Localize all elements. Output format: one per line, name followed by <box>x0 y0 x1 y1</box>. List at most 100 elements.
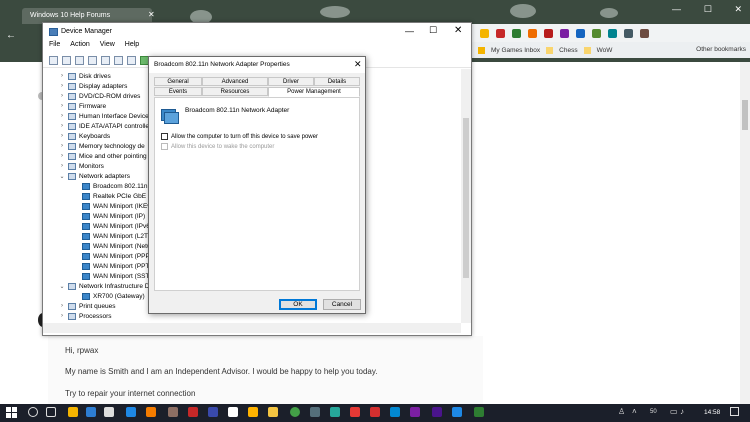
edge-icon[interactable] <box>86 407 96 417</box>
people-icon[interactable]: ♙ <box>618 407 625 416</box>
app-icon[interactable] <box>290 407 300 417</box>
chevron-right-icon[interactable]: › <box>59 133 65 139</box>
chevron-right-icon[interactable]: › <box>59 123 65 129</box>
start-button[interactable] <box>6 407 17 418</box>
chevron-right-icon[interactable]: › <box>59 153 65 159</box>
tree-item[interactable]: WAN Miniport (L2TP <box>73 231 152 241</box>
app-icon[interactable] <box>432 407 442 417</box>
clock[interactable]: 14:58 <box>704 409 720 416</box>
cancel-button[interactable]: Cancel <box>323 299 361 310</box>
tab-power-management[interactable]: Power Management <box>268 87 360 97</box>
bookmark-item[interactable]: Chess <box>559 47 577 54</box>
chevron-right-icon[interactable]: › <box>59 163 65 169</box>
app-icon[interactable] <box>410 407 420 417</box>
app-icon[interactable] <box>208 407 218 417</box>
tab-driver[interactable]: Driver <box>268 77 314 86</box>
tree-item[interactable]: WAN Miniport (PPTP <box>73 261 154 271</box>
tab-events[interactable]: Events <box>154 87 202 96</box>
app-icon[interactable] <box>474 407 484 417</box>
extension-icon[interactable] <box>544 28 553 38</box>
puzzle-icon[interactable] <box>624 28 633 38</box>
app-icon[interactable] <box>310 407 320 417</box>
tree-item[interactable]: Realtek PCIe GbE Fa <box>73 191 156 201</box>
minimize-icon[interactable]: — <box>405 26 414 36</box>
extension-icon[interactable] <box>496 28 505 38</box>
app-icon[interactable] <box>390 407 400 417</box>
monitor-icon[interactable] <box>127 56 136 65</box>
chevron-right-icon[interactable]: › <box>59 113 65 119</box>
menu-help[interactable]: Help <box>125 41 139 54</box>
tab-resources[interactable]: Resources <box>202 87 268 96</box>
tree-item[interactable]: › Mice and other pointing <box>59 151 147 161</box>
chevron-right-icon[interactable]: › <box>59 143 65 149</box>
back-icon[interactable] <box>49 56 58 65</box>
file-explorer-icon[interactable] <box>68 407 78 417</box>
menu-view[interactable]: View <box>100 41 115 54</box>
chevron-right-icon[interactable]: › <box>59 83 65 89</box>
mail-icon[interactable] <box>126 407 136 417</box>
maximize-icon[interactable]: ☐ <box>704 4 712 20</box>
extension-icon[interactable] <box>560 28 569 38</box>
chevron-right-icon[interactable]: › <box>59 303 65 309</box>
tree-item[interactable]: › Processors <box>59 311 112 321</box>
extension-icon[interactable] <box>608 28 617 38</box>
tree-horizontal-scrollbar[interactable] <box>43 323 461 333</box>
other-bookmarks[interactable]: Other bookmarks <box>696 46 746 53</box>
menu-file[interactable]: File <box>49 41 60 54</box>
tree-item[interactable]: ⌄ Network adapters <box>59 171 130 181</box>
tree-item[interactable]: › Display adapters <box>59 81 127 91</box>
close-icon[interactable]: ✕ <box>454 25 462 36</box>
tree-item[interactable]: WAN Miniport (IKEv <box>73 201 151 211</box>
tab-advanced[interactable]: Advanced <box>202 77 268 86</box>
tree-item[interactable]: WAN Miniport (IPv6 <box>73 221 150 231</box>
app-icon[interactable] <box>228 407 238 417</box>
page-scrollbar-thumb[interactable] <box>742 100 748 130</box>
extension-icon[interactable] <box>528 28 537 38</box>
media-icon[interactable] <box>146 407 156 417</box>
minimize-icon[interactable]: — <box>672 4 681 20</box>
turn-off-checkbox[interactable] <box>161 133 168 140</box>
tree-item[interactable]: › Firmware <box>59 101 106 111</box>
tab-details[interactable]: Details <box>314 77 360 86</box>
tree-item[interactable]: WAN Miniport (SSTP <box>73 271 154 281</box>
scan-icon[interactable] <box>114 56 123 65</box>
close-icon[interactable]: ✕ <box>148 10 155 19</box>
notification-icon[interactable] <box>730 407 739 416</box>
app-icon[interactable] <box>370 407 380 417</box>
chevron-up-icon[interactable]: ˄ <box>632 407 637 416</box>
app-icon[interactable] <box>248 407 258 417</box>
extension-icon[interactable] <box>512 28 521 38</box>
tab-general[interactable]: General <box>154 77 202 86</box>
properties-icon[interactable] <box>88 56 97 65</box>
ok-button[interactable]: OK <box>279 299 317 310</box>
menu-action[interactable]: Action <box>70 41 89 54</box>
show-hide-icon[interactable] <box>75 56 84 65</box>
speaker-icon[interactable]: ♪ <box>680 407 684 416</box>
close-icon[interactable]: ✕ <box>354 59 362 70</box>
app-icon[interactable] <box>168 407 178 417</box>
back-arrow-icon[interactable]: ← <box>6 30 20 44</box>
chevron-right-icon[interactable]: › <box>59 313 65 319</box>
store-icon[interactable] <box>104 407 114 417</box>
tree-item[interactable]: › DVD/CD-ROM drives <box>59 91 140 101</box>
chevron-right-icon[interactable]: › <box>59 103 65 109</box>
tree-item[interactable]: ⌄ Network Infrastructure D <box>59 281 149 291</box>
chevron-right-icon[interactable]: › <box>59 73 65 79</box>
tree-item[interactable]: WAN Miniport (PPP <box>73 251 150 261</box>
chevron-down-icon[interactable]: ⌄ <box>59 173 65 180</box>
extension-icon[interactable] <box>480 28 489 38</box>
forward-icon[interactable] <box>62 56 71 65</box>
tree-item[interactable]: WAN Miniport (IP) <box>73 211 145 221</box>
extension-icon[interactable] <box>576 28 585 38</box>
dialog-titlebar[interactable]: Broadcom 802.11n Network Adapter Propert… <box>149 57 365 73</box>
extension-icon[interactable] <box>592 28 601 38</box>
close-icon[interactable]: ✕ <box>734 4 742 20</box>
avatar[interactable] <box>640 28 649 38</box>
tree-item[interactable]: › Keyboards <box>59 131 110 141</box>
bookmark-item[interactable]: My Games Inbox <box>491 47 540 54</box>
tree-item[interactable]: WAN Miniport (Netw <box>73 241 152 251</box>
maximize-icon[interactable]: ☐ <box>429 25 437 36</box>
tree-item[interactable]: › Memory technology de <box>59 141 145 151</box>
tree-scrollbar-thumb[interactable] <box>463 118 469 278</box>
search-icon[interactable] <box>28 407 38 417</box>
